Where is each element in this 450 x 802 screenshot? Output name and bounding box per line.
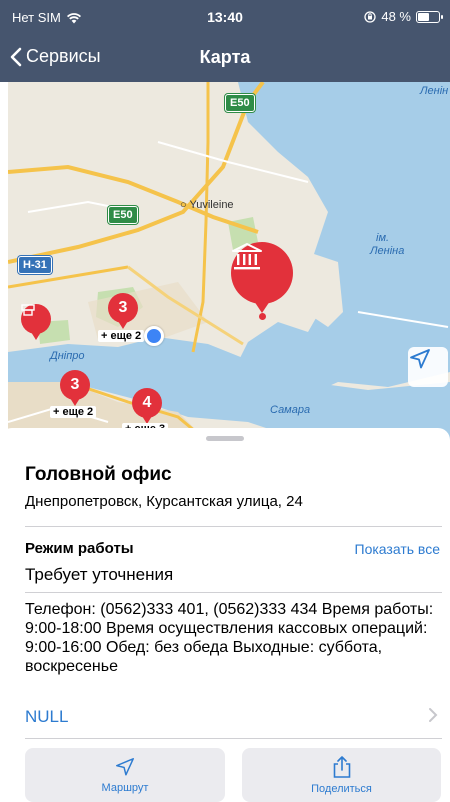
map-cluster-pin[interactable]: 3 [108, 293, 138, 329]
map-label-yuvileine-text: Yuvileine [189, 199, 234, 211]
user-location-dot [144, 326, 164, 346]
status-right: 48 % [364, 9, 443, 24]
atm-pin[interactable] [21, 304, 51, 340]
branch-details: Телефон: (0562)333 401, (0562)333 434 Вр… [25, 601, 434, 675]
location-arrow-icon [410, 349, 430, 369]
share-icon [333, 756, 350, 778]
share-button[interactable]: Поделиться [242, 748, 441, 802]
cluster-count: 3 [70, 376, 80, 393]
map-label-lenin-top: Ленін [420, 85, 449, 97]
cluster-more-label: + еще 2 [98, 330, 145, 342]
route-button[interactable]: Маршрут [25, 748, 225, 802]
working-hours-value: Требует уточнения [25, 565, 174, 584]
top-bar: Нет SIM 13:40 48 % Сервисы Карта [0, 0, 450, 82]
divider [25, 526, 442, 527]
road-shield-e50: E50 [108, 206, 138, 224]
bank-icon [232, 243, 262, 270]
battery-icon [416, 10, 443, 23]
orientation-lock-icon [364, 10, 377, 23]
cluster-more-label: + еще 2 [50, 406, 97, 418]
map-cluster-pin[interactable]: 4 [132, 388, 162, 424]
page-title: Карта [199, 47, 251, 67]
route-arrow-icon [116, 758, 134, 776]
branch-title: Головной офис [25, 464, 172, 485]
map-view[interactable]: E50 E50 H-31 ○ Yuvileine Дніпро Самара і… [8, 82, 450, 442]
map-label-dnipro: Дніпро [50, 350, 85, 362]
sheet-drag-handle[interactable] [206, 436, 244, 441]
working-hours-title: Режим работы [25, 540, 134, 557]
branch-info-sheet: Головной офис Днепропетровск, Курсантска… [0, 428, 450, 802]
branch-address: Днепропетровск, Курсантская улица, 24 [25, 493, 303, 510]
divider [25, 738, 442, 739]
divider [25, 592, 442, 593]
status-bar: Нет SIM 13:40 48 % [0, 0, 450, 34]
locate-me-button[interactable] [408, 347, 448, 387]
map-label-samara: Самара [270, 404, 311, 416]
map-label-im: ім. [376, 232, 390, 244]
share-label: Поделиться [311, 783, 372, 795]
map-label-yuvileine: ○ Yuvileine [180, 199, 234, 211]
battery-fill [418, 12, 429, 21]
route-label: Маршрут [101, 782, 149, 794]
navigation-bar: Сервисы Карта [0, 34, 450, 82]
atm-icon [21, 304, 35, 316]
road-shield-h31: H-31 [18, 256, 52, 274]
battery-percent: 48 % [381, 9, 411, 24]
map-label-lenina: Леніна [370, 245, 405, 257]
branch-link[interactable]: NULL [25, 707, 68, 727]
branch-location-dot [259, 313, 266, 320]
selected-branch-pin[interactable] [231, 242, 293, 313]
cluster-count: 3 [118, 299, 128, 316]
show-all-link[interactable]: Показать все [355, 541, 440, 557]
map-cluster-pin[interactable]: 3 [60, 370, 90, 406]
chevron-right-icon [428, 707, 438, 728]
road-shield-e50-top: E50 [225, 94, 255, 112]
cluster-count: 4 [142, 394, 152, 411]
